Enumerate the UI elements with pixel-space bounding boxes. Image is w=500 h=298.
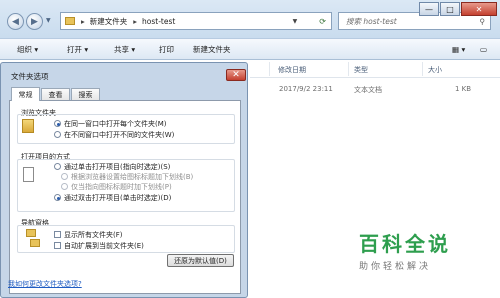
radio-underline-point[interactable]: [61, 183, 68, 190]
organize-button[interactable]: 组织 ▾: [17, 39, 38, 59]
search-placeholder: 搜索 host-test: [346, 16, 397, 26]
file-date: 2017/9/2 23:11: [279, 85, 333, 93]
folder-options-dialog: 文件夹选项 ✕ 常规 查看 搜索 浏览文件夹 在同一窗口中打开每个文件夹(M) …: [0, 62, 248, 298]
watermark: 百科全说 助你轻松解决: [359, 228, 479, 272]
forward-arrow-icon: ▶: [31, 16, 38, 27]
share-button[interactable]: 共享 ▾: [114, 39, 135, 59]
file-type: 文本文档: [354, 86, 382, 94]
back-arrow-icon: ◀: [12, 16, 19, 27]
recent-pages-chevron-icon[interactable]: ▼: [46, 17, 51, 24]
watermark-title: 百科全说: [359, 232, 451, 256]
nav-subfolder-icon: [30, 239, 40, 247]
label-new-window: 在不同窗口中打开不同的文件夹(W): [64, 131, 175, 139]
dialog-title: 文件夹选项: [11, 72, 49, 81]
checkbox-auto-expand[interactable]: [54, 242, 61, 249]
watermark-subtitle: 助你轻松解决: [359, 262, 432, 272]
label-same-window: 在同一窗口中打开每个文件夹(M): [64, 120, 167, 128]
column-type[interactable]: 类型: [354, 65, 368, 75]
label-single-click: 通过单击打开项目(指向时选定)(S): [64, 163, 171, 171]
refresh-icon[interactable]: ⟳: [319, 17, 326, 26]
close-icon: ✕: [475, 4, 483, 14]
label-double-click: 通过双击打开项目(单击时选定)(D): [64, 194, 172, 202]
column-header-row: 修改日期 类型 大小: [250, 60, 500, 78]
breadcrumb-separator: ▸: [133, 16, 138, 26]
file-size: 1 KB: [455, 85, 472, 93]
view-options-icon[interactable]: ▦ ▾: [452, 39, 465, 59]
column-date[interactable]: 修改日期: [278, 65, 306, 75]
address-dropdown-icon[interactable]: ▼: [293, 18, 298, 25]
restore-defaults-button[interactable]: 还原为默认值(D): [167, 254, 234, 267]
column-size[interactable]: 大小: [428, 65, 442, 75]
radio-same-window[interactable]: [54, 120, 61, 127]
folder-browse-icon: [22, 119, 34, 133]
column-divider: [269, 62, 270, 76]
preview-pane-icon[interactable]: ▭: [480, 39, 487, 59]
help-link[interactable]: 我如何更改文件夹选项?: [8, 279, 82, 289]
label-show-all-folders: 显示所有文件夹(F): [64, 231, 123, 239]
breadcrumb-separator: ▸: [81, 16, 85, 26]
print-button[interactable]: 打印: [159, 39, 174, 59]
dialog-close-button[interactable]: ✕: [226, 69, 246, 81]
label-underline-point: 仅当指向图标标题时加下划线(P): [71, 183, 172, 191]
maximize-icon: □: [446, 4, 454, 14]
breadcrumb-host-test[interactable]: host-test: [142, 17, 175, 26]
radio-new-window[interactable]: [54, 131, 61, 138]
command-toolbar: 组织 ▾ 打开 ▾ 共享 ▾ 打印 新建文件夹 ▦ ▾ ▭: [0, 38, 500, 60]
open-button[interactable]: 打开 ▾: [67, 39, 88, 59]
radio-single-click[interactable]: [54, 163, 61, 170]
maximize-button[interactable]: □: [440, 2, 460, 16]
radio-double-click[interactable]: [54, 194, 61, 201]
minimize-button[interactable]: —: [419, 2, 439, 16]
search-icon[interactable]: ⚲: [480, 17, 486, 26]
column-divider: [422, 62, 423, 76]
folder-icon: [65, 17, 75, 25]
new-folder-button[interactable]: 新建文件夹: [193, 39, 231, 59]
column-divider: [348, 62, 349, 76]
close-icon: ✕: [232, 70, 240, 80]
back-button[interactable]: ◀: [7, 13, 24, 30]
address-bar[interactable]: ▸ 新建文件夹 ▸ host-test ▼ ⟳: [60, 12, 332, 30]
nav-folder-icon: [26, 229, 36, 237]
radio-underline-browser[interactable]: [61, 173, 68, 180]
minimize-icon: —: [425, 4, 433, 14]
cursor-click-icon: [23, 167, 34, 182]
forward-button[interactable]: ▶: [26, 13, 43, 30]
checkbox-show-all-folders[interactable]: [54, 231, 61, 238]
tab-general[interactable]: 常规: [11, 87, 40, 101]
label-underline-browser: 根据浏览器设置给图标标题加下划线(B): [71, 173, 194, 181]
close-button[interactable]: ✕: [461, 2, 497, 16]
label-auto-expand: 自动扩展到当前文件夹(E): [64, 242, 144, 250]
breadcrumb-new-folder[interactable]: 新建文件夹: [90, 16, 128, 27]
